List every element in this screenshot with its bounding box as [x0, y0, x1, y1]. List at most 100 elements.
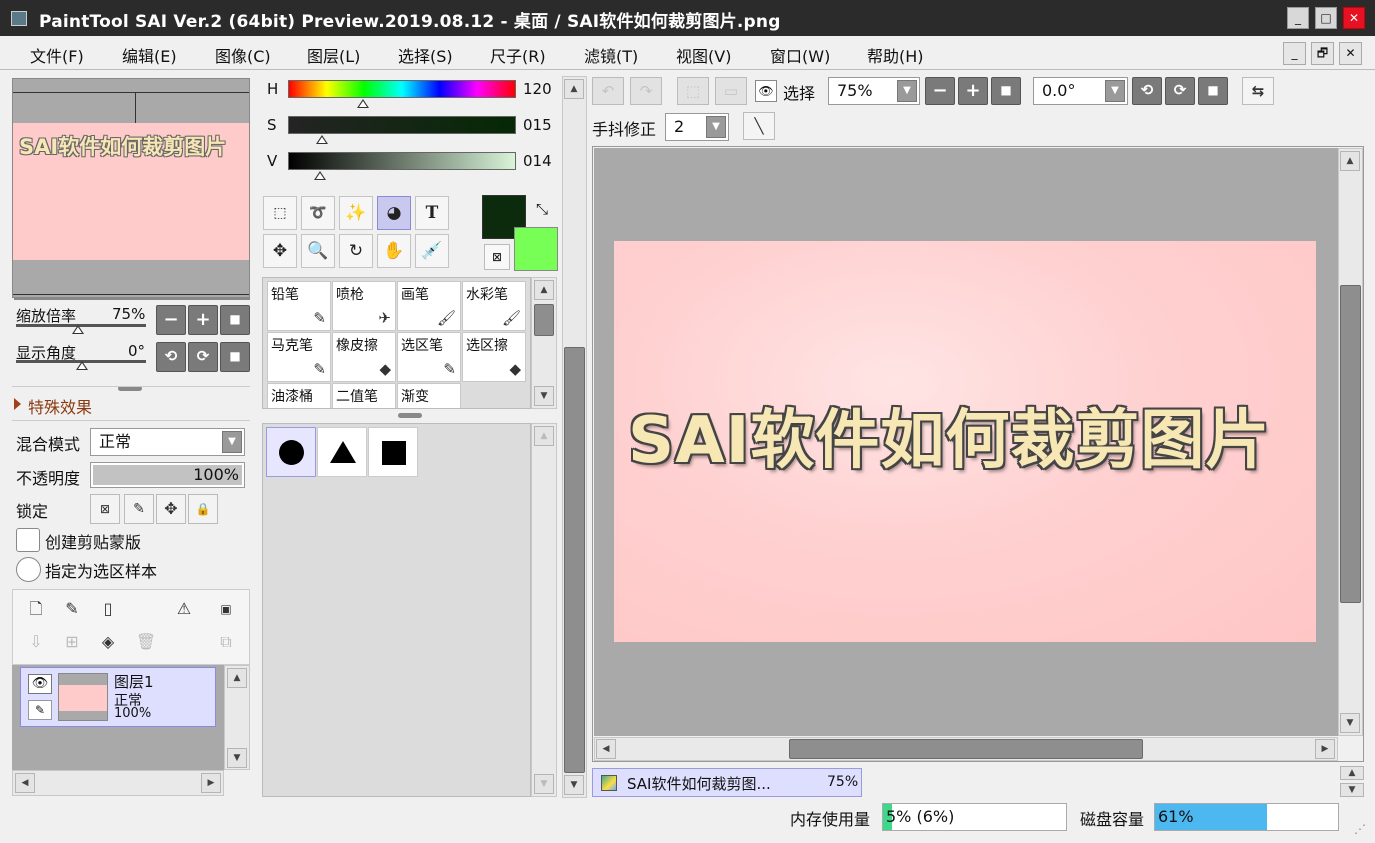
canvas-zoom-in-button[interactable]: +: [958, 77, 988, 105]
rect-select-icon[interactable]: ⬚: [263, 196, 297, 230]
shape-scrollbar[interactable]: ▲ ▼: [531, 423, 557, 797]
zoom-reset-button[interactable]: ■: [220, 305, 250, 335]
new-vector-layer-icon[interactable]: ✎: [56, 595, 88, 625]
zoom-icon[interactable]: 🔍: [301, 234, 335, 268]
menu-image[interactable]: 图像(C): [215, 43, 271, 67]
scroll-down-button[interactable]: ▼: [534, 774, 554, 794]
scroll-up-button[interactable]: ▲: [534, 280, 554, 300]
copy-layer-icon[interactable]: ⊞: [56, 628, 88, 658]
expand-arrow-icon[interactable]: [14, 398, 21, 410]
scroll-up-button[interactable]: ▲: [227, 668, 247, 688]
delete-layer-icon[interactable]: 🗑: [130, 628, 162, 658]
scroll-up-button[interactable]: ▲: [564, 79, 584, 99]
shape-tool-icon[interactable]: ◕: [377, 196, 411, 230]
scroll-right-button[interactable]: ▶: [201, 773, 221, 793]
square-shape[interactable]: [368, 427, 418, 477]
scroll-thumb[interactable]: [534, 304, 554, 336]
canvas-rotate-reset-button[interactable]: ■: [1198, 77, 1228, 105]
value-slider[interactable]: [288, 152, 516, 170]
canvas-zoom-reset-button[interactable]: ■: [991, 77, 1021, 105]
scroll-down-button[interactable]: ▼: [227, 748, 247, 768]
scroll-right-button[interactable]: ▶: [1315, 739, 1335, 759]
scroll-left-button[interactable]: ◀: [596, 739, 616, 759]
scroll-down-button[interactable]: ▼: [1340, 713, 1360, 733]
triangle-shape[interactable]: [317, 427, 367, 477]
doc-restore-button[interactable]: 🗗: [1311, 42, 1334, 65]
menu-view[interactable]: 视图(V): [676, 43, 731, 67]
hue-slider[interactable]: [288, 80, 516, 98]
canvas-rotate-ccw-button[interactable]: ⟲: [1132, 77, 1162, 105]
saturation-value[interactable]: 015: [523, 116, 552, 134]
menu-edit[interactable]: 编辑(E): [122, 43, 177, 67]
brush-marker[interactable]: 马克笔 ✎: [267, 332, 331, 382]
value-value[interactable]: 014: [523, 152, 552, 170]
hue-value[interactable]: 120: [523, 80, 552, 98]
hue-slider-handle[interactable]: [357, 99, 370, 108]
minimize-button[interactable]: _: [1287, 7, 1309, 29]
zoom-minus-button[interactable]: −: [156, 305, 186, 335]
hand-icon[interactable]: ✋: [377, 234, 411, 268]
close-button[interactable]: ✕: [1343, 7, 1365, 29]
saturation-slider-handle[interactable]: [316, 135, 329, 144]
menu-ruler[interactable]: 尺子(R): [490, 43, 546, 67]
brush-bucket[interactable]: 油漆桶: [267, 383, 331, 408]
zoom-slider-handle[interactable]: [72, 325, 84, 334]
lock-all-icon[interactable]: 🔒: [188, 494, 218, 524]
rotate-ccw-button[interactable]: ⟲: [156, 342, 186, 372]
navigator-preview[interactable]: SAI软件如何裁剪图片: [12, 78, 250, 298]
opacity-slider[interactable]: 100%: [90, 462, 245, 488]
canvas-hscrollbar[interactable]: ◀ ▶: [594, 737, 1338, 761]
canvas-rotate-cw-button[interactable]: ⟳: [1165, 77, 1195, 105]
eye-icon[interactable]: 👁: [28, 674, 52, 694]
menu-select[interactable]: 选择(S): [398, 43, 453, 67]
undo-icon[interactable]: ↶: [592, 77, 624, 105]
canvas-zoom-out-button[interactable]: −: [925, 77, 955, 105]
menu-window[interactable]: 窗口(W): [770, 43, 830, 67]
brush-select-pen[interactable]: 选区笔 ✎: [397, 332, 461, 382]
new-folder-icon[interactable]: ▯: [92, 595, 124, 625]
maximize-button[interactable]: □: [1315, 7, 1337, 29]
angle-slider-handle[interactable]: [76, 361, 88, 370]
resize-grip-icon[interactable]: ⋰: [1354, 822, 1366, 836]
tabs-scroll-down-button[interactable]: ▼: [1340, 783, 1364, 797]
layer-effect-icon[interactable]: ⚠: [168, 595, 200, 625]
magic-wand-icon[interactable]: ✨: [339, 196, 373, 230]
brush-gradient[interactable]: 渐变: [397, 383, 461, 408]
brush-airbrush[interactable]: 喷枪 ✈: [332, 281, 396, 331]
scroll-up-button[interactable]: ▲: [1340, 151, 1360, 171]
straight-line-icon[interactable]: ╲: [743, 112, 775, 140]
new-layer-icon[interactable]: 🗋: [20, 595, 52, 625]
brush-brush[interactable]: 画笔 🖌: [397, 281, 461, 331]
selection-sample-radio[interactable]: [16, 557, 41, 582]
blend-mode-select[interactable]: 正常 ▼: [90, 428, 245, 456]
scroll-down-button[interactable]: ▼: [564, 775, 584, 795]
rotate-reset-button[interactable]: ■: [220, 342, 250, 372]
deselect-icon[interactable]: ⬚: [677, 77, 709, 105]
brush-select-eraser[interactable]: 选区擦 ◆: [462, 332, 526, 382]
value-slider-handle[interactable]: [313, 171, 326, 180]
menu-filter[interactable]: 滤镜(T): [584, 43, 638, 67]
effects-label[interactable]: 特殊效果: [28, 394, 92, 418]
merge-visible-icon[interactable]: ⧉: [210, 628, 242, 658]
eyedropper-icon[interactable]: 💉: [415, 234, 449, 268]
rotate-icon[interactable]: ↻: [339, 234, 373, 268]
doc-minimize-button[interactable]: _: [1283, 42, 1306, 65]
merge-down-icon[interactable]: ⇩: [20, 628, 52, 658]
brush-pencil[interactable]: 铅笔 ✎: [267, 281, 331, 331]
canvas-zoom-select[interactable]: 75% ▼: [828, 77, 920, 105]
rotate-cw-button[interactable]: ⟳: [188, 342, 218, 372]
menu-help[interactable]: 帮助(H): [867, 43, 924, 67]
flip-horizontal-icon[interactable]: ⇆: [1242, 77, 1274, 105]
text-tool-icon[interactable]: T: [415, 196, 449, 230]
document-canvas[interactable]: SAI软件如何裁剪图片: [614, 241, 1316, 642]
brush-binary[interactable]: 二值笔: [332, 383, 396, 408]
zoom-plus-button[interactable]: +: [188, 305, 218, 335]
invert-select-icon[interactable]: ▭: [715, 77, 747, 105]
scroll-thumb[interactable]: [1340, 285, 1361, 603]
brush-watercolor[interactable]: 水彩笔 🖌: [462, 281, 526, 331]
scroll-thumb[interactable]: [564, 347, 585, 773]
scroll-up-button[interactable]: ▲: [534, 426, 554, 446]
lasso-icon[interactable]: ➰: [301, 196, 335, 230]
secondary-color-swatch[interactable]: [514, 227, 558, 271]
swap-colors-icon[interactable]: ⤡: [536, 200, 548, 218]
